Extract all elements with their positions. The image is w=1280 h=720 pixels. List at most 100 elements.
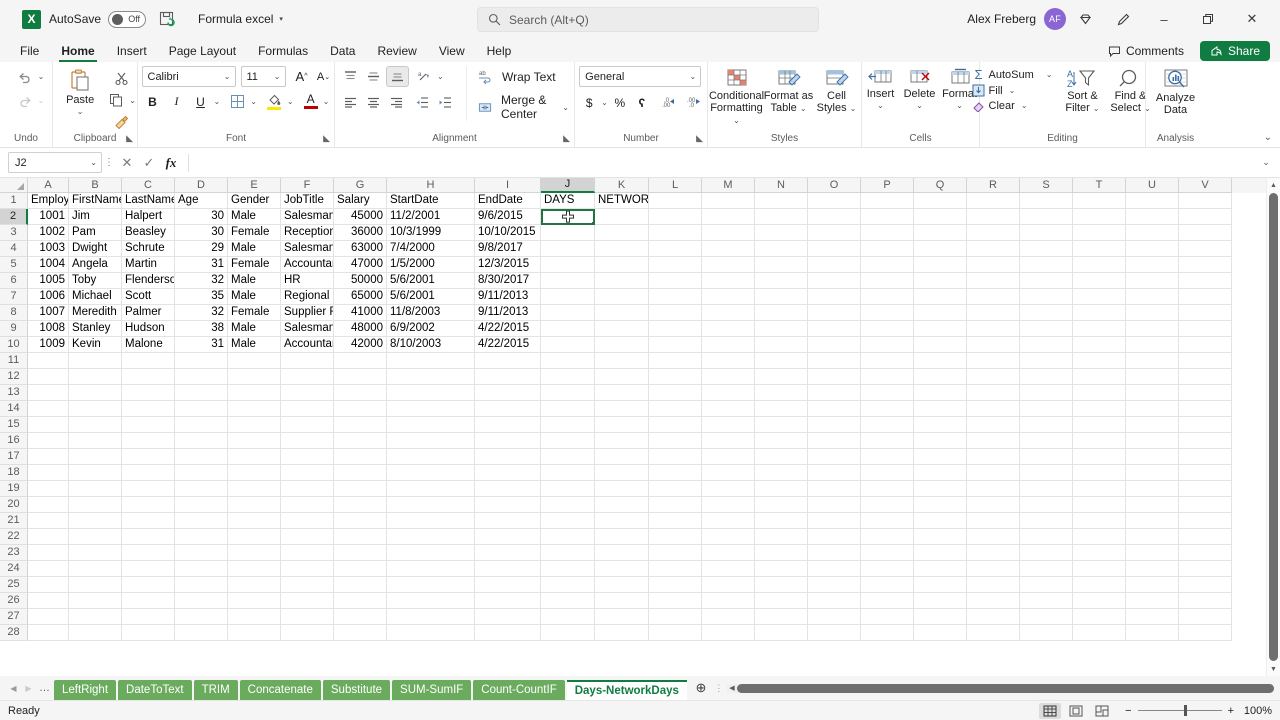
vertical-scroll-thumb[interactable] [1269, 193, 1278, 661]
cell-L27[interactable] [649, 609, 702, 625]
cell-Q27[interactable] [914, 609, 967, 625]
cell-U21[interactable] [1126, 513, 1179, 529]
column-header-a[interactable]: A [28, 178, 69, 193]
cell-C26[interactable] [122, 593, 175, 609]
cell-S16[interactable] [1020, 433, 1073, 449]
cell-Q6[interactable] [914, 273, 967, 289]
sheet-tab-sum-sumif[interactable]: SUM-SumIF [392, 680, 471, 700]
cell-P6[interactable] [861, 273, 914, 289]
cell-A19[interactable] [28, 481, 69, 497]
cell-D22[interactable] [175, 529, 228, 545]
sheet-tab-count-countif[interactable]: Count-CountIF [473, 680, 564, 700]
cell-V6[interactable] [1179, 273, 1232, 289]
cell-A22[interactable] [28, 529, 69, 545]
sheet-tab-leftright[interactable]: LeftRight [54, 680, 116, 700]
cell-V20[interactable] [1179, 497, 1232, 513]
cell-C16[interactable] [122, 433, 175, 449]
wrap-text-button[interactable]: ab [475, 66, 496, 87]
cell-Q23[interactable] [914, 545, 967, 561]
currency-format-button[interactable]: $ [579, 92, 599, 113]
cell-R9[interactable] [967, 321, 1020, 337]
cell-I11[interactable] [475, 353, 541, 369]
cell-C15[interactable] [122, 417, 175, 433]
autosum-label[interactable]: AutoSum [989, 69, 1034, 81]
cell-P3[interactable] [861, 225, 914, 241]
cell-L24[interactable] [649, 561, 702, 577]
cell-G14[interactable] [334, 401, 387, 417]
cell-D2[interactable]: 30 [175, 209, 228, 225]
cell-R22[interactable] [967, 529, 1020, 545]
cell-Q18[interactable] [914, 465, 967, 481]
cell-A24[interactable] [28, 561, 69, 577]
cell-F13[interactable] [281, 385, 334, 401]
row-header-6[interactable]: 6 [0, 273, 28, 289]
text-orientation-icon[interactable]: a [414, 66, 435, 87]
cell-G18[interactable] [334, 465, 387, 481]
cell-K10[interactable] [595, 337, 649, 353]
cell-T15[interactable] [1073, 417, 1126, 433]
cell-J7[interactable] [541, 289, 595, 305]
cell-L28[interactable] [649, 625, 702, 641]
tab-split-handle[interactable]: ⋮ [713, 683, 725, 694]
cell-K18[interactable] [595, 465, 649, 481]
borders-icon[interactable] [227, 91, 248, 112]
cell-C10[interactable]: Malone [122, 337, 175, 353]
cell-J1[interactable]: DAYS [541, 193, 595, 209]
column-header-o[interactable]: O [808, 178, 861, 193]
cell-H22[interactable] [387, 529, 475, 545]
cell-K7[interactable] [595, 289, 649, 305]
cell-G10[interactable]: 42000 [334, 337, 387, 353]
cell-G15[interactable] [334, 417, 387, 433]
cell-Q15[interactable] [914, 417, 967, 433]
cell-D3[interactable]: 30 [175, 225, 228, 241]
cell-R11[interactable] [967, 353, 1020, 369]
cell-L25[interactable] [649, 577, 702, 593]
cell-A20[interactable] [28, 497, 69, 513]
cell-K2[interactable] [595, 209, 649, 225]
cell-N17[interactable] [755, 449, 808, 465]
cell-Q26[interactable] [914, 593, 967, 609]
cell-I19[interactable] [475, 481, 541, 497]
cell-F25[interactable] [281, 577, 334, 593]
cell-Q14[interactable] [914, 401, 967, 417]
cell-V17[interactable] [1179, 449, 1232, 465]
cell-O17[interactable] [808, 449, 861, 465]
cell-N14[interactable] [755, 401, 808, 417]
autosave-toggle[interactable]: Off [108, 11, 146, 28]
cell-A7[interactable]: 1006 [28, 289, 69, 305]
cell-H28[interactable] [387, 625, 475, 641]
cell-I27[interactable] [475, 609, 541, 625]
cell-S26[interactable] [1020, 593, 1073, 609]
cell-P21[interactable] [861, 513, 914, 529]
cell-U11[interactable] [1126, 353, 1179, 369]
cell-E3[interactable]: Female [228, 225, 281, 241]
cell-E19[interactable] [228, 481, 281, 497]
cell-V27[interactable] [1179, 609, 1232, 625]
cell-G22[interactable] [334, 529, 387, 545]
expand-formula-bar-button[interactable]: ⌄ [1256, 157, 1276, 168]
cell-A21[interactable] [28, 513, 69, 529]
cell-K17[interactable] [595, 449, 649, 465]
cell-M23[interactable] [702, 545, 755, 561]
cell-K16[interactable] [595, 433, 649, 449]
cell-D5[interactable]: 31 [175, 257, 228, 273]
row-header-24[interactable]: 24 [0, 561, 28, 577]
increase-indent-icon[interactable] [435, 92, 456, 113]
cell-R8[interactable] [967, 305, 1020, 321]
cell-M11[interactable] [702, 353, 755, 369]
cell-L18[interactable] [649, 465, 702, 481]
undo-dropdown-caret[interactable]: ⌄ [38, 72, 45, 81]
cell-V9[interactable] [1179, 321, 1232, 337]
tab-insert[interactable]: Insert [107, 42, 157, 62]
align-top-icon[interactable] [340, 66, 361, 87]
borders-dropdown-caret[interactable]: ⌄ [250, 97, 257, 106]
cell-F2[interactable]: Salesman [281, 209, 334, 225]
cell-H12[interactable] [387, 369, 475, 385]
cell-V7[interactable] [1179, 289, 1232, 305]
cell-M12[interactable] [702, 369, 755, 385]
number-format-select[interactable]: General ⌄ [579, 66, 701, 87]
cell-F12[interactable] [281, 369, 334, 385]
cell-O4[interactable] [808, 241, 861, 257]
cell-C1[interactable]: LastName [122, 193, 175, 209]
cell-F21[interactable] [281, 513, 334, 529]
